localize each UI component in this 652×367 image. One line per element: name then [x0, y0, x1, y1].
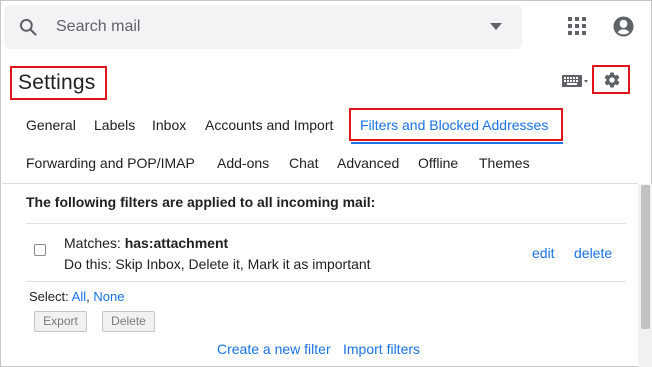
matches-value: has:attachment	[124, 235, 229, 251]
tab-filters-and-blocked-addresses[interactable]: Filters and Blocked Addresses	[360, 117, 548, 133]
tab-advanced[interactable]: Advanced	[337, 155, 399, 171]
search-input[interactable]	[56, 15, 476, 39]
tab-offline[interactable]: Offline	[418, 155, 458, 171]
filter-checkbox[interactable]	[34, 244, 46, 256]
select-separator: ,	[86, 289, 90, 304]
tab-inbox[interactable]: Inbox	[152, 117, 186, 133]
filter-row-divider-top	[26, 223, 626, 224]
search-bar[interactable]	[4, 5, 522, 49]
select-all-link[interactable]: All	[72, 289, 86, 304]
filter-row-divider-bottom	[26, 281, 626, 282]
filter-matches: Matches: has:attachment	[64, 235, 228, 251]
search-icon[interactable]	[18, 17, 38, 37]
delete-button[interactable]: Delete	[102, 311, 155, 332]
scrollbar-thumb[interactable]	[641, 185, 650, 329]
account-icon[interactable]	[613, 16, 634, 37]
settings-gear-highlight[interactable]	[592, 65, 630, 94]
tab-filters-highlight[interactable]: Filters and Blocked Addresses	[349, 108, 563, 141]
select-label: Select:	[29, 289, 69, 304]
chevron-down-icon[interactable]	[490, 23, 502, 31]
active-tab-indicator	[351, 142, 563, 144]
tab-accounts-and-import[interactable]: Accounts and Import	[205, 117, 333, 133]
import-filters-link[interactable]: Import filters	[343, 341, 420, 357]
gear-icon[interactable]	[603, 71, 621, 89]
export-button[interactable]: Export	[34, 311, 87, 332]
tab-chat[interactable]: Chat	[289, 155, 319, 171]
tab-forwarding-and-pop-imap[interactable]: Forwarding and POP/IMAP	[26, 155, 195, 171]
filters-heading: The following filters are applied to all…	[26, 194, 376, 210]
tabs-divider	[2, 183, 638, 184]
select-controls: Select: All, None	[29, 289, 124, 304]
create-new-filter-link[interactable]: Create a new filter	[217, 341, 331, 357]
keyboard-icon[interactable]	[562, 74, 588, 88]
delete-filter-link[interactable]: delete	[574, 245, 612, 261]
apps-grid-icon[interactable]	[568, 17, 586, 35]
tab-labels[interactable]: Labels	[94, 117, 135, 133]
select-none-link[interactable]: None	[93, 289, 124, 304]
tab-general[interactable]: General	[26, 117, 76, 133]
filter-actions-description: Do this: Skip Inbox, Delete it, Mark it …	[64, 256, 371, 272]
edit-filter-link[interactable]: edit	[532, 245, 555, 261]
tab-add-ons[interactable]: Add-ons	[217, 155, 269, 171]
tab-themes[interactable]: Themes	[479, 155, 530, 171]
gmail-settings-window: Settings General Labels Inbox Accounts a…	[0, 0, 652, 367]
settings-title-highlight: Settings	[10, 66, 107, 100]
matches-label: Matches:	[64, 235, 121, 251]
page-title: Settings	[18, 71, 96, 94]
